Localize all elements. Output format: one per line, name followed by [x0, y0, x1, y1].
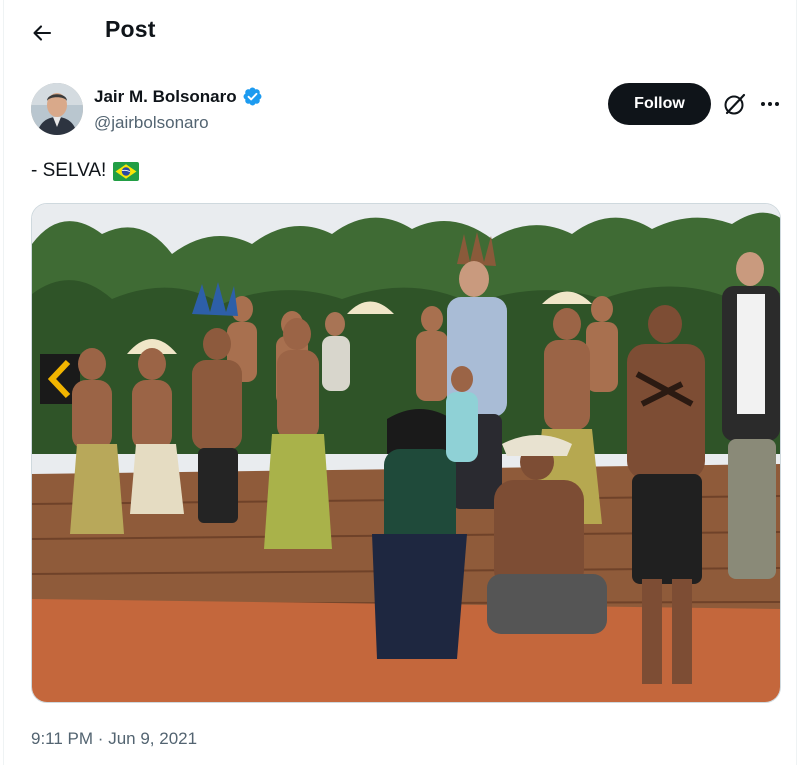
author-avatar[interactable]: [31, 83, 83, 135]
post-view: Post Jair M. Bolsonaro @jairbolsonaro Fo…: [3, 0, 797, 765]
photo-image: [32, 204, 780, 702]
tweet-text-body: - SELVA!: [31, 160, 107, 181]
author-name-text: Jair M. Bolsonaro: [94, 86, 237, 106]
page-title: Post: [105, 16, 156, 42]
author-handle[interactable]: @jairbolsonaro: [94, 113, 209, 133]
timestamp-time: 9:11 PM: [31, 729, 94, 748]
tweet-text: - SELVA!: [31, 160, 140, 182]
back-arrow-icon: [33, 25, 52, 41]
verified-badge-icon: [243, 87, 262, 106]
tweet-photo[interactable]: [31, 203, 781, 703]
timestamp-date: Jun 9, 2021: [108, 729, 198, 748]
top-bar: Post: [4, 0, 796, 64]
grok-glyph-icon: [724, 93, 746, 115]
avatar-image: [31, 83, 83, 135]
more-options-icon[interactable]: [757, 92, 783, 116]
grok-icon[interactable]: [722, 91, 748, 117]
post-timestamp[interactable]: 9:11 PM · Jun 9, 2021: [31, 729, 197, 749]
timestamp-separator: ·: [97, 729, 104, 748]
follow-button[interactable]: Follow: [608, 83, 711, 125]
back-button[interactable]: [27, 18, 57, 48]
author-name[interactable]: Jair M. Bolsonaro: [94, 86, 263, 107]
brazil-flag-icon: [113, 161, 140, 181]
